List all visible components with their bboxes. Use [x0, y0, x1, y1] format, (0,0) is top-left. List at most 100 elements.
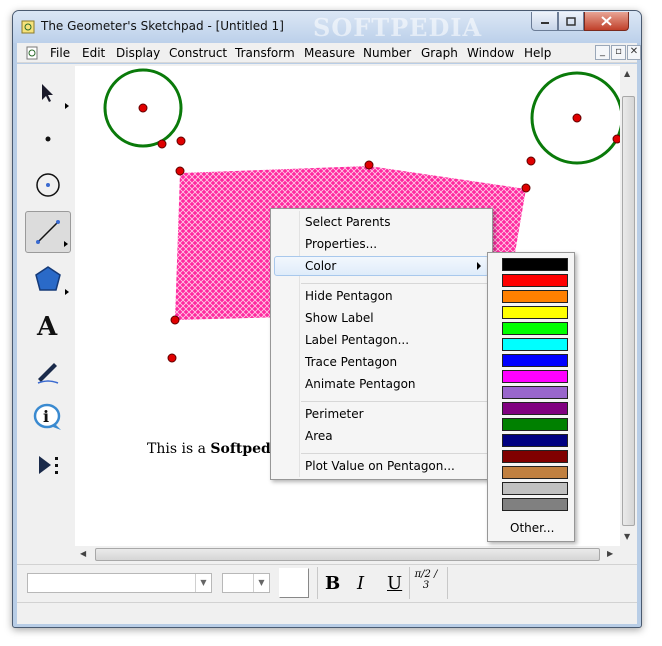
close-button[interactable] — [584, 12, 629, 31]
vertical-scrollbar[interactable]: ▲ ▼ — [620, 66, 637, 546]
menu-edit[interactable]: Edit — [82, 46, 105, 60]
menu-measure[interactable]: Measure — [304, 46, 355, 60]
horizontal-scrollbar[interactable]: ◀ ▶ — [75, 546, 620, 563]
menu-transform[interactable]: Transform — [235, 46, 295, 60]
color-swatch[interactable] — [502, 402, 568, 415]
color-swatch[interactable] — [502, 322, 568, 335]
toolbar-separator — [447, 567, 448, 599]
menu-show-label[interactable]: Show Label — [305, 311, 374, 325]
chevron-down-icon[interactable]: ▼ — [253, 574, 269, 592]
color-swatch[interactable] — [502, 306, 568, 319]
point[interactable] — [157, 139, 167, 149]
color-swatch[interactable] — [502, 450, 568, 463]
maximize-button[interactable] — [558, 12, 584, 31]
point[interactable] — [167, 353, 177, 363]
color-swatch[interactable] — [502, 482, 568, 495]
menu-file[interactable]: File — [50, 46, 70, 60]
vertical-scroll-thumb[interactable] — [622, 96, 635, 526]
menu-construct[interactable]: Construct — [169, 46, 227, 60]
document-icon[interactable] — [25, 46, 39, 60]
bold-button[interactable]: B — [325, 573, 340, 594]
mdi-minimize-button[interactable]: _ — [595, 45, 610, 60]
arrow-tool-button[interactable] — [25, 72, 71, 114]
point[interactable] — [176, 136, 186, 146]
custom-tool-button[interactable] — [25, 444, 71, 486]
menu-trace-pentagon[interactable]: Trace Pentagon — [305, 355, 397, 369]
text-tool-button[interactable]: A — [25, 304, 71, 346]
mdi-restore-button[interactable]: ▫ — [611, 45, 626, 60]
mdi-close-button[interactable]: ✕ — [627, 45, 641, 60]
tool-submenu-arrow — [65, 289, 69, 295]
svg-text:i: i — [43, 407, 49, 426]
scroll-down-icon[interactable]: ▼ — [624, 532, 630, 541]
horizontal-scroll-thumb[interactable] — [95, 548, 600, 561]
point[interactable] — [572, 113, 582, 123]
compass-icon — [36, 173, 60, 197]
point[interactable] — [364, 160, 374, 170]
polygon-tool-button[interactable] — [25, 258, 71, 300]
font-size-select[interactable]: ▼ — [222, 573, 270, 593]
compass-tool-button[interactable] — [25, 164, 71, 206]
menu-plot-value[interactable]: Plot Value on Pentagon... — [305, 459, 455, 473]
window-title: The Geometer's Sketchpad - [Untitled 1] — [41, 19, 284, 33]
toolbox: A i — [19, 66, 77, 556]
menu-hide-pentagon[interactable]: Hide Pentagon — [305, 289, 393, 303]
straightedge-tool-button[interactable] — [25, 211, 71, 253]
submenu-arrow-icon — [477, 262, 481, 270]
title-bar[interactable]: The Geometer's Sketchpad - [Untitled 1] … — [13, 11, 641, 43]
point[interactable] — [138, 103, 148, 113]
menu-label-pentagon[interactable]: Label Pentagon... — [305, 333, 409, 347]
restore-icon: ▫ — [615, 46, 622, 57]
point[interactable] — [175, 166, 185, 176]
context-menu: Select Parents Properties... Color Hide … — [270, 208, 493, 480]
point[interactable] — [521, 183, 531, 193]
marker-icon — [37, 363, 59, 384]
minimize-button[interactable] — [531, 12, 558, 31]
point[interactable] — [526, 156, 536, 166]
minimize-icon: _ — [600, 46, 605, 57]
minimize-icon — [540, 22, 549, 24]
color-swatch[interactable] — [502, 258, 568, 271]
chevron-down-icon[interactable]: ▼ — [195, 574, 211, 592]
menu-window[interactable]: Window — [467, 46, 514, 60]
menu-animate-pentagon[interactable]: Animate Pentagon — [305, 377, 416, 391]
point-tool-button[interactable] — [25, 118, 71, 160]
color-swatch[interactable] — [502, 434, 568, 447]
color-swatch[interactable] — [502, 386, 568, 399]
color-swatch[interactable] — [502, 498, 568, 511]
font-family-select[interactable]: ▼ — [27, 573, 212, 593]
italic-button[interactable]: I — [357, 573, 364, 594]
other-color-item[interactable]: Other... — [510, 521, 554, 535]
menu-properties[interactable]: Properties... — [305, 237, 377, 251]
information-tool-button[interactable]: i — [25, 396, 71, 438]
menu-number[interactable]: Number — [363, 46, 411, 60]
menu-help[interactable]: Help — [524, 46, 551, 60]
scroll-right-icon[interactable]: ▶ — [607, 549, 613, 558]
toolbar-separator — [409, 567, 410, 599]
color-swatch[interactable] — [502, 354, 568, 367]
menu-color[interactable]: Color — [305, 259, 336, 273]
scroll-left-icon[interactable]: ◀ — [80, 549, 86, 558]
color-swatch[interactable] — [502, 466, 568, 479]
text-color-swatch[interactable] — [279, 568, 309, 598]
color-swatch[interactable] — [502, 274, 568, 287]
menu-area[interactable]: Area — [305, 429, 333, 443]
point[interactable] — [170, 315, 180, 325]
tool-submenu-arrow — [65, 103, 69, 109]
color-swatch[interactable] — [502, 418, 568, 431]
scroll-up-icon[interactable]: ▲ — [624, 69, 630, 78]
polygon-icon — [35, 266, 61, 291]
point[interactable] — [612, 134, 620, 144]
menu-display[interactable]: Display — [116, 46, 160, 60]
color-swatch[interactable] — [502, 370, 568, 383]
math-format-button[interactable]: π/2 / 3 — [413, 569, 439, 591]
menu-graph[interactable]: Graph — [421, 46, 458, 60]
color-swatch[interactable] — [502, 338, 568, 351]
color-swatch[interactable] — [502, 290, 568, 303]
menu-perimeter[interactable]: Perimeter — [305, 407, 364, 421]
sketchpad-app-icon — [21, 20, 35, 34]
underline-button[interactable]: U — [387, 573, 402, 594]
menu-select-parents[interactable]: Select Parents — [305, 215, 391, 229]
marker-tool-button[interactable] — [25, 350, 71, 392]
softpedia-watermark: SOFTPEDIA — [313, 13, 483, 42]
